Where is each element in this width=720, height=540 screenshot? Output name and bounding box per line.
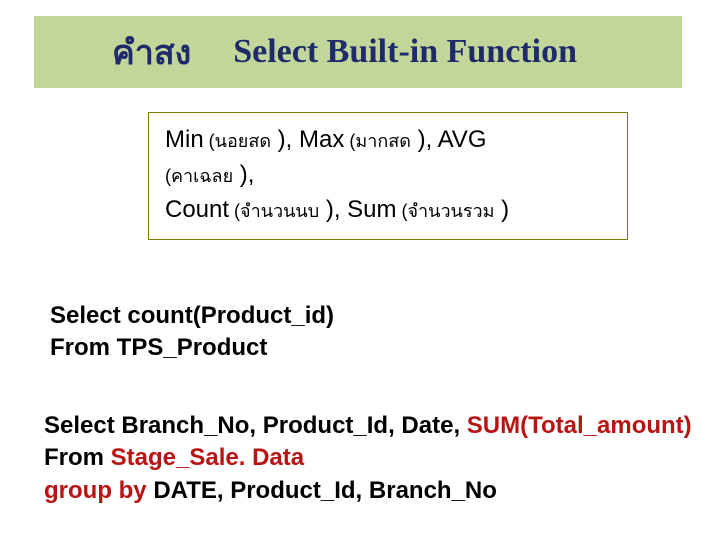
func-line-3: Count (จำนวนนบ ), Sum (จำนวนรวม ) (165, 193, 611, 228)
sql1-line1: Select count(Product_id) (50, 300, 334, 332)
fn-count: Count (165, 196, 229, 223)
sql2-line3: group by DATE, Product_Id, Branch_No (44, 475, 692, 507)
fn-sum: ), Sum (319, 196, 396, 223)
title-left: คำสง (112, 25, 191, 79)
title-right: Select Built-in Function (233, 33, 577, 71)
fn-min-thai: (นอยสด (204, 131, 271, 151)
fn-max-thai: (มากสด (344, 131, 411, 151)
fn-sum-thai: (จำนวนรวม (397, 201, 495, 221)
fn-avg-close: ), (233, 161, 254, 188)
fn-min: Min (165, 126, 204, 153)
sql2-l3-tail: DATE, Product_Id, Branch_No (147, 477, 497, 504)
slide: คำสง Select Built-in Function Min (นอยสด… (0, 0, 720, 540)
title-bar: คำสง Select Built-in Function (34, 16, 682, 88)
sql1-line2: From TPS_Product (50, 332, 334, 364)
fn-count-thai: (จำนวนนบ (229, 201, 319, 221)
sql2-groupby-highlight: group by (44, 477, 147, 504)
sql2-l1-head: Select Branch_No, Product_Id, Date, (44, 412, 467, 439)
fn-avg-thai: (คาเฉลย (165, 166, 233, 186)
sql-example-1: Select count(Product_id) From TPS_Produc… (50, 300, 334, 365)
sql2-line1: Select Branch_No, Product_Id, Date, SUM(… (44, 410, 692, 442)
fn-sum-close: ) (495, 196, 510, 223)
sql-example-2: Select Branch_No, Product_Id, Date, SUM(… (44, 410, 692, 507)
fn-max: ), Max (271, 126, 344, 153)
func-line-2: (คาเฉลย ), (165, 158, 611, 193)
sql2-table-highlight: Stage_Sale. Data (111, 444, 304, 471)
sql2-sum-highlight: SUM(Total_amount) (467, 412, 692, 439)
sql2-line2: From Stage_Sale. Data (44, 442, 692, 474)
func-line-1: Min (นอยสด ), Max (มากสด ), AVG (165, 123, 611, 158)
fn-avg: ), AVG (411, 126, 487, 153)
sql2-l2-head: From (44, 444, 111, 471)
function-box: Min (นอยสด ), Max (มากสด ), AVG (คาเฉลย … (148, 112, 628, 240)
